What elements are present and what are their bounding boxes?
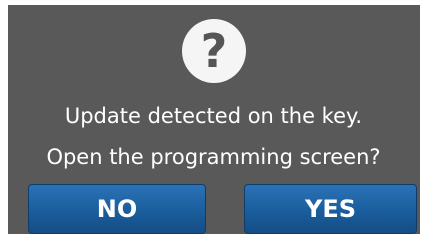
dialog-message-line-1: Update detected on the key. <box>64 104 363 128</box>
no-button[interactable]: NO <box>28 184 206 234</box>
question-mark-icon: ? <box>182 19 246 83</box>
question-mark-glyph: ? <box>200 24 228 78</box>
dialog-message-line-2: Open the programming screen? <box>46 145 381 169</box>
yes-button[interactable]: YES <box>244 184 417 234</box>
